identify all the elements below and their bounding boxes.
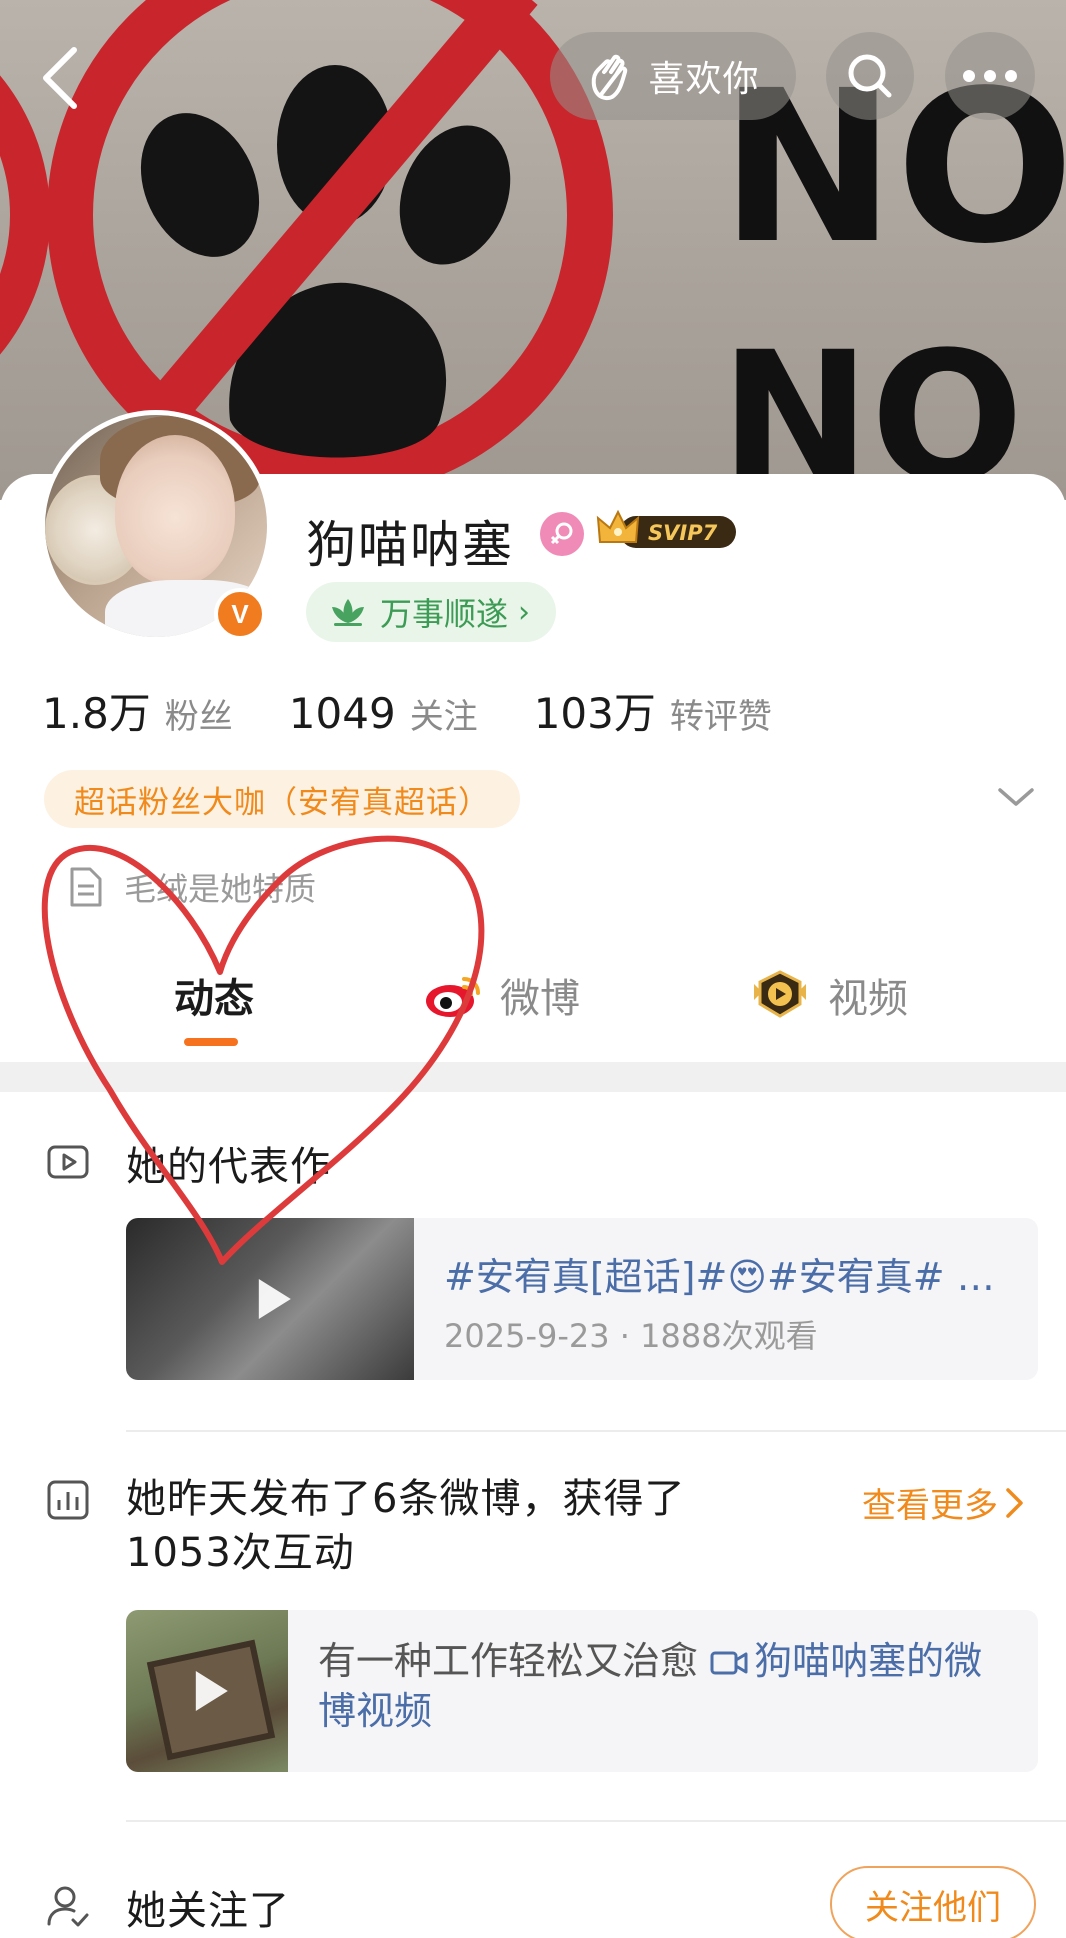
following-count: 1049 — [288, 689, 396, 738]
chart-bars-icon — [47, 1480, 89, 1520]
video-title: #安宥真[超话]#😍#安宥真# … — [444, 1255, 995, 1299]
verified-badge-icon: V — [214, 588, 266, 640]
user-check-icon — [47, 1886, 89, 1927]
female-gender-icon — [540, 512, 584, 556]
blessing-label: 万事顺遂 — [380, 595, 509, 633]
profile-tabs: 动态 微博 视频 — [0, 960, 1066, 1060]
svip-label: SVIP7 — [648, 521, 718, 545]
chevron-down-icon[interactable] — [996, 782, 1036, 812]
following-stat[interactable]: 1049 关注 — [289, 689, 478, 738]
video-frame-icon — [47, 1145, 89, 1179]
recent-post-card[interactable]: 有一种工作轻松又治愈 狗喵呐塞的微博视频 — [126, 1610, 1038, 1772]
representative-video-card[interactable]: #安宥真[超话]#😍#安宥真# … 2025-9-23 · 1888次观看 — [126, 1218, 1038, 1380]
hand-heart-icon — [592, 54, 628, 101]
active-tab-indicator — [184, 1038, 238, 1046]
tab-dynamic-label: 动态 — [174, 976, 254, 1022]
video-badge-icon — [750, 970, 810, 1020]
interactions-label: 转评赞 — [669, 697, 772, 737]
tab-video[interactable]: 视频 — [750, 960, 908, 1030]
tab-video-label: 视频 — [828, 976, 908, 1022]
search-button[interactable] — [826, 32, 914, 120]
representative-title: 她的代表作 — [126, 1144, 331, 1190]
following-label: 关注 — [409, 697, 478, 737]
follow-them-button[interactable]: 关注他们 — [830, 1866, 1036, 1938]
section-separator — [0, 1062, 1066, 1092]
user-name: 狗喵呐塞 — [306, 516, 514, 574]
chevron-left-icon — [43, 47, 77, 109]
divider — [126, 1820, 1066, 1822]
document-icon — [70, 867, 102, 907]
weibo-logo-icon — [424, 971, 482, 1019]
tab-dynamic[interactable]: 动态 — [174, 960, 254, 1030]
play-icon — [258, 1279, 291, 1319]
like-you-button[interactable]: 喜欢你 — [550, 32, 796, 120]
see-more-label: 查看更多 — [862, 1486, 998, 1526]
followers-count: 1.8万 — [42, 689, 151, 738]
tab-weibo[interactable]: 微博 — [424, 960, 580, 1030]
blessing-tag[interactable]: 万事顺遂 › — [306, 582, 557, 642]
tab-weibo-label: 微博 — [500, 976, 580, 1022]
followers-label: 粉丝 — [164, 697, 233, 737]
lotus-icon — [332, 599, 364, 626]
search-icon — [848, 54, 892, 98]
more-button[interactable] — [945, 32, 1035, 120]
profile-stats: 1.8万 粉丝 1049 关注 103万 转评赞 — [42, 680, 828, 741]
activity-summary: 她昨天发布了6条微博，获得了1053次互动 — [126, 1476, 686, 1576]
back-button[interactable] — [30, 40, 90, 116]
chevron-right-icon — [1006, 1487, 1023, 1518]
post-text: 有一种工作轻松又治愈 — [318, 1639, 711, 1683]
like-you-label: 喜欢你 — [648, 59, 760, 100]
bio-text: 毛绒是她特质 — [124, 870, 317, 908]
superfan-tag[interactable]: 超话粉丝大咖（安宥真超话） — [44, 770, 520, 828]
video-thumbnail — [126, 1218, 414, 1380]
cover-text-no-2: NO — [720, 314, 1024, 500]
interactions-count: 103万 — [533, 689, 656, 738]
divider — [126, 1430, 1066, 1432]
more-dots-icon — [963, 70, 1017, 82]
bio: 毛绒是她特质 — [66, 864, 316, 910]
post-thumbnail — [126, 1610, 288, 1772]
followers-stat[interactable]: 1.8万 粉丝 — [42, 680, 233, 741]
play-icon — [195, 1671, 228, 1711]
following-title: 她关注了 — [126, 1888, 290, 1934]
see-more-link[interactable]: 查看更多 — [862, 1478, 1026, 1527]
svip-badge[interactable]: SVIP7 — [596, 506, 740, 556]
video-camera-icon — [710, 1651, 748, 1675]
video-meta: 2025-9-23 · 1888次观看 — [444, 1317, 818, 1355]
chevron-right-icon: › — [518, 594, 531, 630]
interactions-stat[interactable]: 103万 转评赞 — [534, 680, 772, 741]
